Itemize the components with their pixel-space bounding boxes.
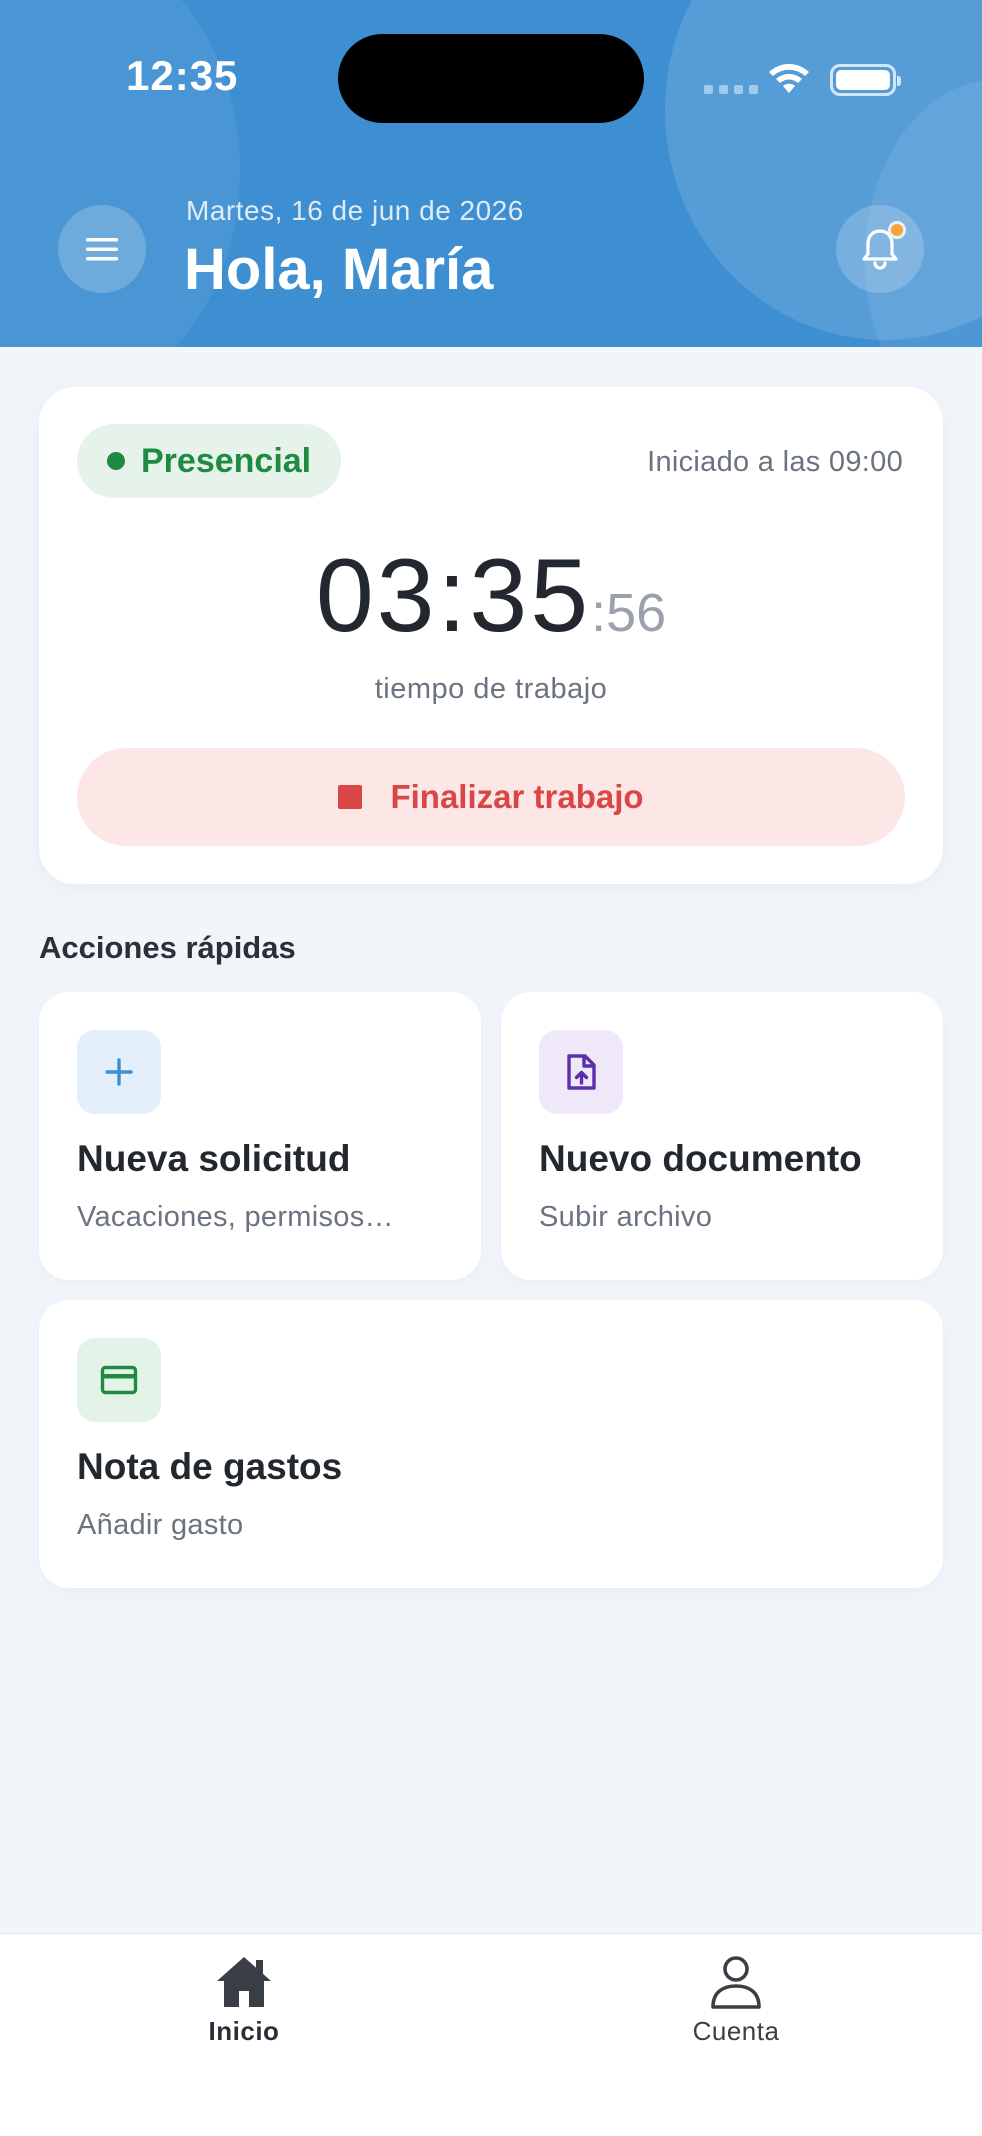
timer-hours-minutes: 03:35 [315, 538, 592, 654]
stop-icon [338, 785, 363, 809]
quick-action-title: Nuevo documento [539, 1138, 862, 1179]
plus-icon [105, 1058, 133, 1086]
tab-label: Inicio [208, 2016, 280, 2046]
greeting-title: Hola, María [184, 237, 494, 302]
finish-work-label: Finalizar trabajo [390, 778, 644, 815]
status-dot [107, 452, 125, 470]
app-header: 12:35 Martes, 16 de jun de 2026 Hola, Ma… [0, 0, 982, 347]
notifications-button[interactable] [836, 205, 924, 293]
current-date: Martes, 16 de jun de 2026 [186, 195, 524, 226]
quick-action-icon-box [77, 1338, 161, 1422]
cellular-signal-icon [704, 85, 758, 94]
start-time-text: Iniciado a las 09:00 [647, 446, 903, 478]
battery-icon [830, 64, 901, 96]
timer-caption: tiempo de trabajo [374, 673, 608, 705]
tab-label: Cuenta [692, 2016, 780, 2046]
user-icon [711, 1956, 761, 2009]
quick-action-icon-box [77, 1030, 161, 1114]
tab-inicio[interactable]: Inicio [134, 1954, 354, 2047]
work-timer: 03:35:56 [39, 537, 943, 656]
quick-action-new-request[interactable]: Nueva solicitud Vacaciones, permisos… [39, 992, 481, 1280]
work-timer-card: Presencial Iniciado a las 09:00 03:35:56… [39, 387, 943, 884]
wifi-icon [769, 64, 809, 93]
quick-action-title: Nota de gastos [77, 1446, 343, 1487]
quick-action-title: Nueva solicitud [77, 1138, 351, 1179]
work-mode-badge: Presencial [77, 424, 342, 498]
tab-cuenta[interactable]: Cuenta [626, 1954, 846, 2047]
quick-action-icon-box [539, 1030, 623, 1114]
quick-action-new-document[interactable]: Nuevo documento Subir archivo [501, 992, 943, 1280]
status-bar-time: 12:35 [126, 52, 239, 99]
timer-seconds: :56 [591, 583, 667, 643]
quick-action-expense-note[interactable]: Nota de gastos Añadir gasto [39, 1300, 943, 1588]
dynamic-island [338, 34, 644, 123]
home-icon [217, 1957, 271, 2007]
bottom-navigation: Inicio Cuenta [0, 1933, 982, 2136]
quick-actions-title: Acciones rápidas [39, 930, 296, 965]
notification-badge [888, 221, 906, 239]
work-mode-label: Presencial [141, 441, 312, 480]
quick-action-subtitle: Vacaciones, permisos… [77, 1201, 394, 1233]
credit-card-icon [100, 1365, 138, 1395]
quick-action-subtitle: Añadir gasto [77, 1509, 244, 1541]
menu-button[interactable] [58, 205, 146, 293]
hamburger-menu-icon [86, 238, 118, 261]
quick-action-subtitle: Subir archivo [539, 1201, 713, 1233]
finish-work-button[interactable]: Finalizar trabajo [77, 748, 905, 846]
file-upload-icon [567, 1054, 596, 1090]
